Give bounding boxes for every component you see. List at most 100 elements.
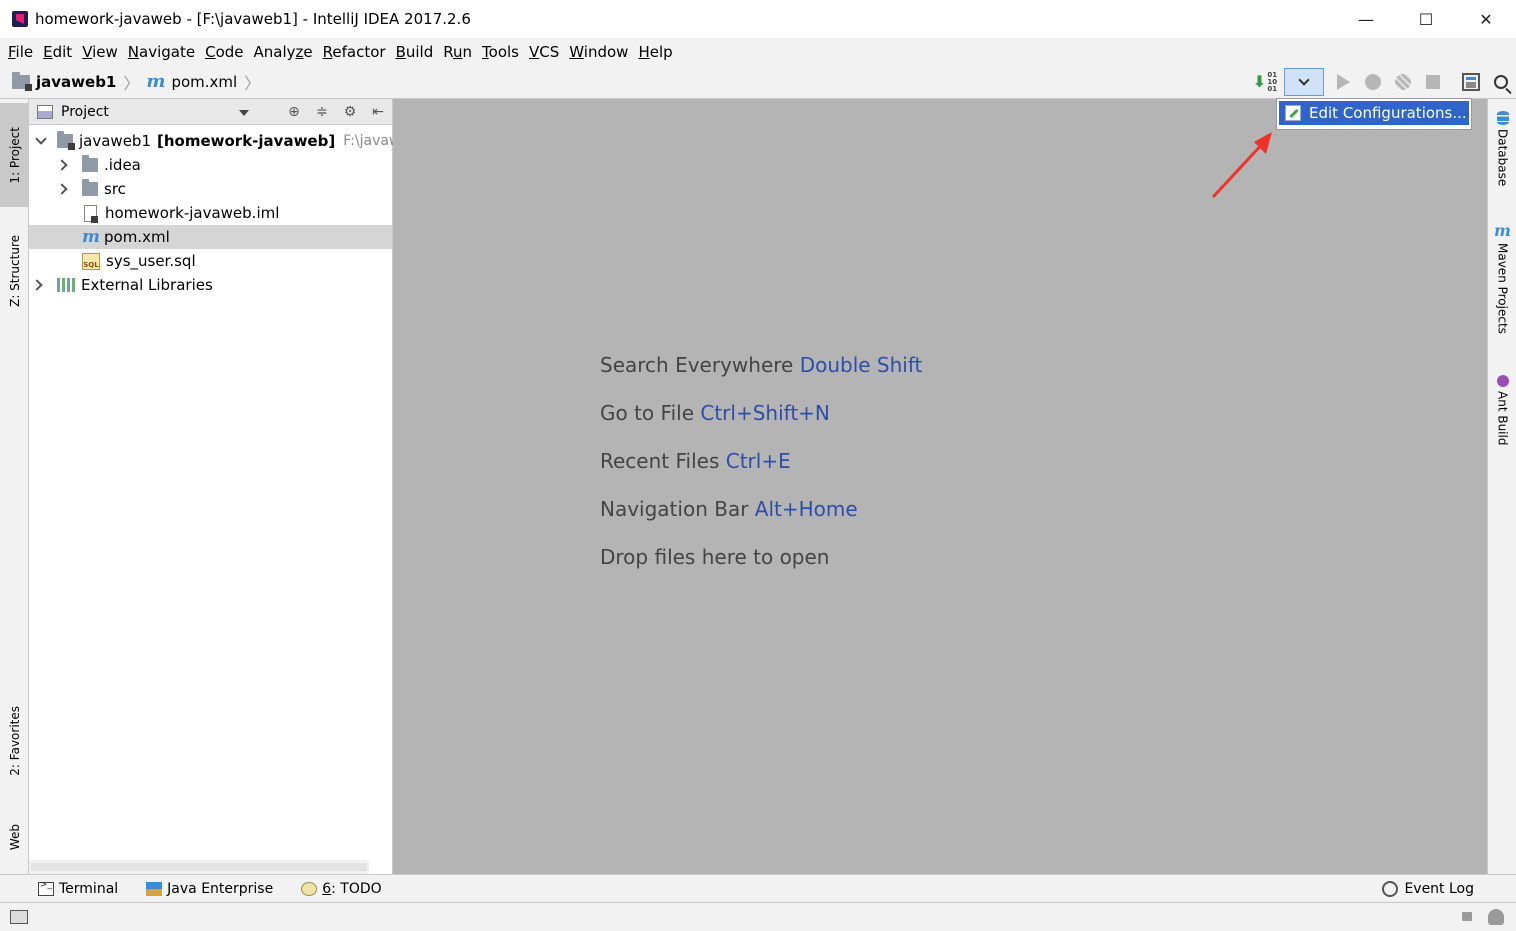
gear-icon[interactable]: ⚙ xyxy=(342,104,358,120)
vcs-update-button[interactable]: ⬇ 01 10 01 xyxy=(1250,67,1280,97)
scroll-from-source-icon[interactable]: ⊕ xyxy=(286,104,302,120)
run-button[interactable] xyxy=(1328,67,1358,97)
menu-code[interactable]: Code xyxy=(200,43,248,61)
menu-mnemonic: W xyxy=(569,42,584,61)
maven-file-icon: m xyxy=(146,71,166,92)
tab-database-label: Database xyxy=(1495,129,1510,187)
tree-item-label: homework-javaweb.iml xyxy=(105,204,280,222)
tree-item-label: .idea xyxy=(104,156,141,174)
menu-navigate[interactable]: Navigate xyxy=(123,43,200,61)
vcs-update-icon: ⬇ 01 10 01 xyxy=(1252,70,1278,93)
debug-button[interactable] xyxy=(1358,67,1388,97)
breadcrumb-separator: 〉 xyxy=(123,73,140,93)
sql-file-icon: SQL xyxy=(82,252,100,270)
window-controls: — ☐ ✕ xyxy=(1336,0,1516,38)
tree-root-name: javaweb1 xyxy=(79,132,151,150)
menu-run[interactable]: Run xyxy=(438,43,477,61)
tree-root-module: [homework-javaweb] xyxy=(157,132,336,150)
tab-favorites[interactable]: 2: Favorites xyxy=(0,691,29,791)
collapse-arrow-icon[interactable] xyxy=(31,279,43,291)
tree-item-sql[interactable]: SQL sys_user.sql xyxy=(29,249,392,273)
menu-refactor[interactable]: Refactor xyxy=(318,43,391,61)
breadcrumb-file[interactable]: m pom.xml xyxy=(146,71,237,92)
hint-go-to-file: Go to File Ctrl+Shift+N xyxy=(600,401,830,425)
tab-todo-label: : TODO xyxy=(331,880,382,897)
hint-shortcut: Double Shift xyxy=(799,353,923,377)
menu-help[interactable]: Help xyxy=(633,43,677,61)
tab-ant-build[interactable]: Ant Build xyxy=(1488,375,1516,445)
tab-java-enterprise[interactable]: Java Enterprise xyxy=(146,881,273,897)
tab-event-log-label: Event Log xyxy=(1404,881,1474,897)
menu-mnemonic: T xyxy=(482,42,489,61)
inspector-icon[interactable] xyxy=(1488,909,1504,925)
menu-label: n xyxy=(462,42,473,61)
maven-file-icon: m xyxy=(82,227,100,247)
project-structure-button[interactable] xyxy=(1456,67,1486,97)
hide-panel-icon[interactable]: ⇤ xyxy=(370,104,386,120)
tab-event-log[interactable]: Event Log xyxy=(1382,875,1474,903)
tree-item-src[interactable]: src xyxy=(29,177,392,201)
tab-structure[interactable]: Z: Structure xyxy=(0,217,29,325)
project-view-selector[interactable]: Project xyxy=(61,104,109,120)
tree-item-iml[interactable]: homework-javaweb.iml xyxy=(29,201,392,225)
coverage-button[interactable] xyxy=(1388,67,1418,97)
close-button[interactable]: ✕ xyxy=(1456,0,1516,38)
menu-file[interactable]: File xyxy=(3,43,38,61)
search-everywhere-button[interactable] xyxy=(1486,67,1516,97)
menu-window[interactable]: Window xyxy=(564,43,633,61)
expand-arrow-icon[interactable] xyxy=(35,133,47,145)
menu-mnemonic: C xyxy=(205,42,216,61)
tab-database[interactable]: Database xyxy=(1488,111,1516,186)
breadcrumb-project[interactable]: javaweb1 xyxy=(12,71,116,91)
tree-item-root[interactable]: javaweb1 [homework-javaweb] F:\javawe xyxy=(29,129,409,153)
hint-drop-files: Drop files here to open xyxy=(600,545,829,569)
menu-analyze[interactable]: Analyze xyxy=(249,43,318,61)
menu-label: iew xyxy=(92,42,118,61)
menu-tools[interactable]: Tools xyxy=(477,43,524,61)
edit-configurations-item[interactable]: Edit Configurations... xyxy=(1279,101,1469,125)
lock-icon[interactable] xyxy=(1462,912,1472,921)
menu-label: elp xyxy=(649,42,673,61)
run-configuration-dropdown[interactable] xyxy=(1284,68,1324,96)
menu-build[interactable]: Build xyxy=(391,43,439,61)
edit-configurations-label: Edit Configurations... xyxy=(1309,104,1467,122)
tree-item-label: sys_user.sql xyxy=(106,252,196,270)
hint-text: Search Everywhere xyxy=(600,353,794,377)
tree-item-external-libraries[interactable]: External Libraries xyxy=(29,273,392,297)
maximize-button[interactable]: ☐ xyxy=(1396,0,1456,38)
tab-todo[interactable]: 6 : TODO xyxy=(301,880,382,897)
tree-item-idea[interactable]: .idea xyxy=(29,153,392,177)
hint-text: Navigation Bar xyxy=(600,497,749,521)
hint-shortcut: Alt+Home xyxy=(754,497,858,521)
minimize-button[interactable]: — xyxy=(1336,0,1396,38)
project-panel-header: Project ⊕ ≑ ⚙ ⇤ xyxy=(29,99,392,125)
hint-search-everywhere: Search Everywhere Double Shift xyxy=(600,353,922,377)
horizontal-scrollbar[interactable] xyxy=(29,860,369,874)
menu-edit[interactable]: Edit xyxy=(38,43,77,61)
run-config-popup: Edit Configurations... xyxy=(1276,98,1472,130)
tab-project[interactable]: 1: Project xyxy=(0,103,29,207)
menu-view[interactable]: View xyxy=(77,43,123,61)
tab-web[interactable]: Web xyxy=(0,807,29,867)
view-dropdown-icon[interactable] xyxy=(239,110,249,116)
left-tool-strip: 1: Project Z: Structure 2: Favorites Web xyxy=(0,99,29,874)
coverage-icon xyxy=(1395,74,1411,90)
ant-icon xyxy=(1496,375,1509,387)
tree-item-label: External Libraries xyxy=(81,276,213,294)
tree-item-pom[interactable]: m pom.xml xyxy=(29,225,392,249)
editor-area[interactable]: Search Everywhere Double Shift Go to Fil… xyxy=(393,99,1487,874)
menu-label: ode xyxy=(215,42,244,61)
collapse-arrow-icon[interactable] xyxy=(56,183,68,195)
hint-text: Recent Files xyxy=(600,449,720,473)
stop-button[interactable] xyxy=(1418,67,1448,97)
menu-vcs[interactable]: VCS xyxy=(524,43,564,61)
collapse-all-icon[interactable]: ≑ xyxy=(314,104,330,120)
search-icon xyxy=(1494,75,1508,89)
tab-terminal[interactable]: Terminal xyxy=(38,880,118,897)
toggle-tool-windows-icon[interactable] xyxy=(10,910,28,924)
tab-maven-projects[interactable]: m Maven Projects xyxy=(1488,223,1516,334)
maven-icon: m xyxy=(1494,221,1511,240)
scrollbar-thumb[interactable] xyxy=(31,863,367,871)
collapse-arrow-icon[interactable] xyxy=(56,159,68,171)
intellij-app-icon xyxy=(12,11,28,27)
